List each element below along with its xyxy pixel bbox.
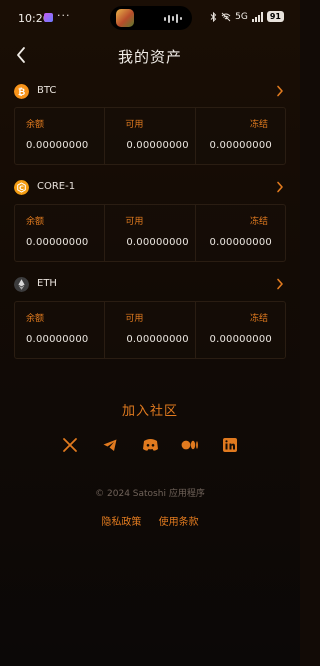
- dynamic-island: [110, 6, 192, 30]
- telegram-icon[interactable]: [101, 436, 119, 454]
- bitcoin-icon: ₿: [14, 84, 29, 99]
- balance-cell: 余额 0.00000000: [15, 205, 106, 261]
- chevron-right-icon[interactable]: [276, 278, 284, 290]
- discord-icon[interactable]: [141, 436, 159, 454]
- signal-icon: [251, 11, 263, 22]
- asset-name: ETH: [37, 278, 57, 289]
- audio-wave-icon: [164, 14, 182, 23]
- footer-links: 隐私政策 使用条款: [0, 513, 300, 528]
- balance-label: 余额: [26, 120, 45, 130]
- available-cell: 可用 0.00000000: [105, 108, 196, 164]
- x-icon[interactable]: [61, 436, 79, 454]
- asset-name: CORE-1: [37, 181, 76, 192]
- asset-header-eth[interactable]: ETH: [14, 275, 286, 295]
- app-notification-icon: [44, 13, 53, 22]
- frozen-label: 冻结: [249, 217, 268, 227]
- available-value: 0.00000000: [126, 334, 189, 345]
- frozen-value: 0.00000000: [209, 334, 272, 345]
- balance-cell: 余额 0.00000000: [15, 108, 106, 164]
- svg-text:C: C: [19, 184, 24, 192]
- available-value: 0.00000000: [126, 140, 189, 151]
- now-playing-thumbnail-icon: [116, 9, 134, 27]
- network-type: 5G: [235, 11, 248, 22]
- linkedin-icon[interactable]: [221, 436, 239, 454]
- svg-text:₿: ₿: [18, 87, 25, 98]
- terms-of-use-link[interactable]: 使用条款: [159, 517, 199, 528]
- available-label: 可用: [125, 217, 144, 227]
- frozen-value: 0.00000000: [209, 140, 272, 151]
- battery-indicator: 91: [266, 11, 284, 22]
- frozen-label: 冻结: [249, 314, 268, 324]
- balance-value: 0.00000000: [26, 140, 89, 151]
- bluetooth-icon: [210, 11, 217, 22]
- balance-value: 0.00000000: [26, 237, 89, 248]
- wifi-off-icon: [221, 12, 231, 21]
- frozen-label: 冻结: [249, 120, 268, 130]
- available-cell: 可用 0.00000000: [105, 302, 196, 358]
- balance-label: 余额: [26, 314, 45, 324]
- asset-card-btc: 余额 0.00000000 可用 0.00000000 冻结 0.0000000…: [14, 107, 286, 165]
- frozen-cell: 冻结 0.00000000: [196, 302, 285, 358]
- medium-icon[interactable]: [181, 436, 199, 454]
- chevron-right-icon[interactable]: [276, 181, 284, 193]
- join-community-title: 加入社区: [121, 404, 178, 419]
- balance-label: 余额: [26, 217, 45, 227]
- frozen-cell: 冻结 0.00000000: [196, 108, 285, 164]
- asset-header-core[interactable]: C CORE-1: [14, 178, 286, 198]
- balance-value: 0.00000000: [26, 334, 89, 345]
- page-title: 我的资产: [117, 48, 182, 66]
- my-assets-screen: 10:26 ··· 5G 91 我的资产 ₿ BTC 余额 0.00000000…: [0, 0, 300, 666]
- social-links: [0, 436, 300, 456]
- asset-card-core: 余额 0.00000000 可用 0.00000000 冻结 0.0000000…: [14, 204, 286, 262]
- ethereum-icon: [14, 277, 29, 292]
- balance-cell: 余额 0.00000000: [15, 302, 106, 358]
- available-label: 可用: [125, 120, 144, 130]
- copyright-text: © 2024 Satoshi 应用程序: [95, 489, 205, 499]
- asset-header-btc[interactable]: ₿ BTC: [14, 82, 286, 102]
- available-value: 0.00000000: [126, 237, 189, 248]
- asset-name: BTC: [37, 85, 57, 96]
- frozen-cell: 冻结 0.00000000: [196, 205, 285, 261]
- privacy-policy-link[interactable]: 隐私政策: [101, 517, 141, 528]
- available-label: 可用: [125, 314, 144, 324]
- more-notifications-icon: ···: [57, 9, 71, 22]
- asset-card-eth: 余额 0.00000000 可用 0.00000000 冻结 0.0000000…: [14, 301, 286, 359]
- core-icon: C: [14, 180, 29, 195]
- available-cell: 可用 0.00000000: [105, 205, 196, 261]
- status-bar: 10:26 ··· 5G 91: [0, 0, 300, 34]
- status-icons: 5G 91: [210, 11, 284, 22]
- frozen-value: 0.00000000: [209, 237, 272, 248]
- chevron-right-icon[interactable]: [276, 85, 284, 97]
